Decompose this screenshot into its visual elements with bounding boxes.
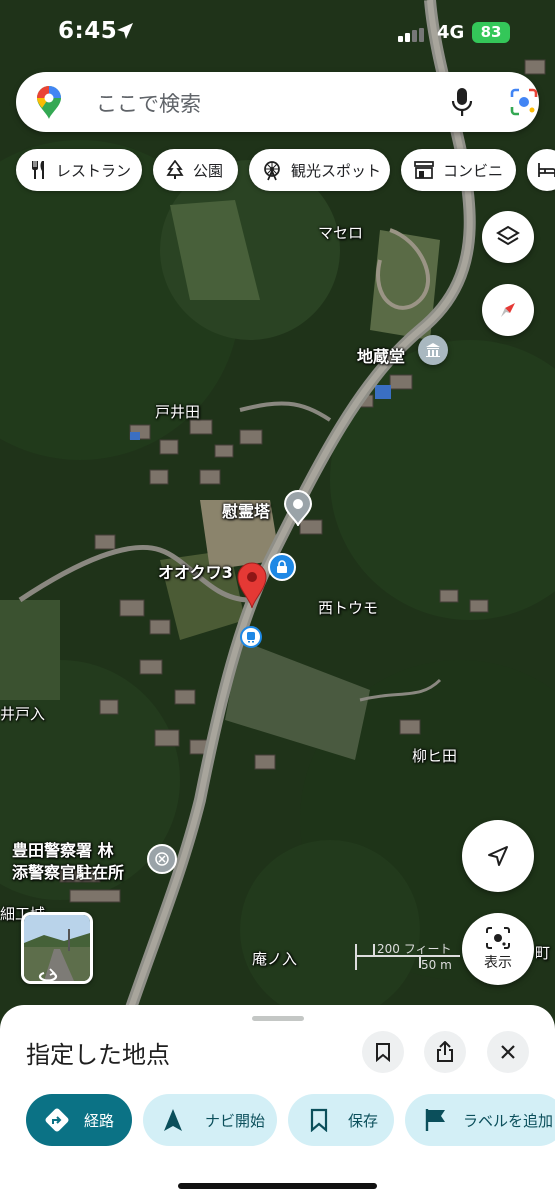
tree-icon: [166, 160, 184, 179]
layers-button[interactable]: [482, 211, 534, 263]
bed-icon: [538, 163, 555, 177]
chip-convenience-store[interactable]: コンビニ: [401, 149, 516, 191]
police-poi-icon[interactable]: [147, 844, 177, 874]
bookmark-outline-icon: [376, 1043, 390, 1062]
signal-icon: [398, 28, 424, 42]
navigation-arrow-icon: [164, 1109, 182, 1131]
map-label-idoiri[interactable]: 井戸入: [0, 703, 45, 724]
close-icon: [501, 1045, 515, 1059]
network-type: 4G: [437, 22, 465, 43]
sheet-drag-handle[interactable]: [252, 1016, 304, 1021]
save-label: 保存: [348, 1111, 379, 1130]
chip-park[interactable]: 公園: [153, 149, 238, 191]
start-navigation-button[interactable]: ナビ開始: [143, 1094, 277, 1146]
chip-label: 公園: [193, 161, 224, 180]
ferris-wheel-icon: [264, 161, 280, 181]
map-label-ireito[interactable]: 慰霊塔: [222, 498, 270, 522]
display-button-label: 表示: [484, 955, 512, 971]
monument-poi-icon[interactable]: [283, 490, 313, 528]
add-label-label: ラベルを追加: [463, 1111, 554, 1130]
map-label-machi[interactable]: 町: [535, 942, 550, 963]
status-bar: 6:45 4G 83: [0, 0, 555, 64]
location-arrow-icon: [117, 23, 133, 39]
status-time: 6:45: [58, 18, 118, 44]
navigation-arrow-outline-icon: [488, 846, 508, 866]
map-label-ookuwa[interactable]: オオクワ3: [158, 559, 233, 583]
close-button[interactable]: [487, 1031, 529, 1073]
share-button[interactable]: [424, 1031, 466, 1073]
microphone-icon[interactable]: [450, 86, 474, 118]
map-label-toida[interactable]: 戸井田: [155, 401, 200, 422]
street-view-thumbnail[interactable]: [21, 912, 93, 984]
search-bar[interactable]: ここで検索: [16, 72, 539, 132]
chip-restaurant[interactable]: レストラン: [16, 149, 142, 191]
lens-camera-icon: [486, 927, 510, 949]
map-label-annoiri[interactable]: 庵ノ入: [252, 948, 297, 969]
start-navigation-label: ナビ開始: [205, 1111, 266, 1130]
google-maps-logo-icon: [37, 86, 61, 119]
compass-button[interactable]: [482, 284, 534, 336]
map-label-police[interactable]: 豊田警察署 林 添警察官駐在所: [12, 840, 124, 884]
add-label-button[interactable]: ラベルを追加: [405, 1094, 555, 1146]
search-input[interactable]: ここで検索: [96, 88, 201, 118]
dropped-pin-icon[interactable]: [236, 561, 268, 609]
home-indicator[interactable]: [178, 1183, 377, 1189]
map-label-maseiro[interactable]: マセロ: [318, 222, 363, 243]
directions-icon: [45, 1108, 69, 1132]
store-icon: [414, 161, 434, 179]
my-location-button[interactable]: [462, 820, 534, 892]
lock-poi-icon[interactable]: [268, 553, 296, 581]
bus-stop-icon[interactable]: [240, 626, 262, 648]
map-scale: 200 フィート 50 m: [355, 940, 460, 972]
chip-label: コンビニ: [443, 161, 504, 180]
directions-label: 経路: [84, 1111, 115, 1130]
place-title: 指定した地点: [26, 1041, 170, 1069]
directions-button[interactable]: 経路: [26, 1094, 132, 1146]
google-lens-icon[interactable]: [510, 88, 538, 116]
battery-level: 83: [472, 22, 510, 43]
chip-label: レストラン: [56, 161, 132, 180]
share-icon: [437, 1041, 453, 1062]
chip-label: 観光スポット: [291, 161, 382, 180]
map-label-yanagihida[interactable]: 柳ヒ田: [412, 745, 457, 766]
bottom-sheet[interactable]: 指定した地点 経路 ナビ開始 保存 ラベルを追加: [0, 1005, 555, 1200]
display-button[interactable]: 表示: [462, 913, 534, 985]
scale-meters: 50 m: [421, 958, 452, 972]
map-label-jizodo[interactable]: 地蔵堂: [357, 343, 405, 367]
save-button[interactable]: 保存: [288, 1094, 394, 1146]
temple-poi-icon[interactable]: [418, 335, 448, 365]
chip-tourist-spot[interactable]: 観光スポット: [249, 149, 390, 191]
map-label-nishi-toumo[interactable]: 西トウモ: [318, 597, 378, 618]
flag-icon: [425, 1109, 445, 1131]
fork-knife-icon: [32, 161, 44, 179]
compass-icon: [501, 303, 515, 317]
save-icon-button[interactable]: [362, 1031, 404, 1073]
layers-icon: [496, 225, 520, 246]
bookmark-icon: [310, 1108, 328, 1132]
